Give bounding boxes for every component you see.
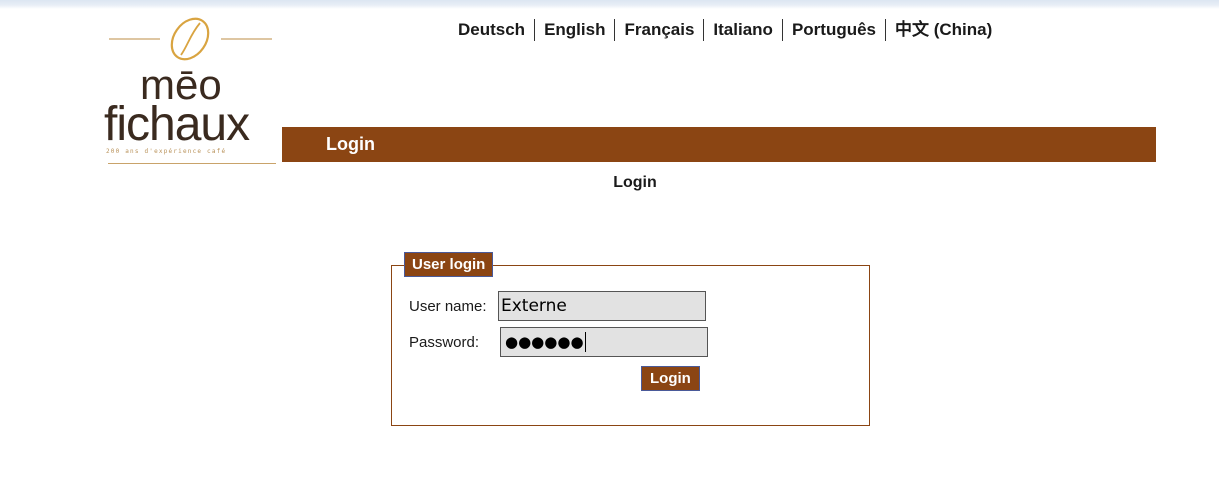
page-title: Login	[613, 174, 657, 191]
text-caret	[584, 332, 586, 352]
language-link-english[interactable]: English	[535, 19, 614, 41]
language-selector: Deutsch English Français Italiano Portug…	[458, 19, 1001, 41]
language-link-portugues[interactable]: Português	[783, 19, 885, 41]
language-link-chinese[interactable]: 中文 (China)	[886, 19, 1001, 41]
username-row: User name: Externe	[409, 291, 706, 321]
header-bar: Login	[282, 127, 1156, 162]
header-title: Login	[326, 134, 375, 154]
username-input[interactable]: Externe	[498, 291, 706, 321]
logo-tagline: 200 ans d'expérience café	[106, 148, 227, 155]
logo-divider	[108, 163, 276, 164]
language-link-deutsch[interactable]: Deutsch	[458, 19, 534, 41]
user-login-fieldset: User login User name: Externe Password: …	[391, 252, 870, 426]
username-value: Externe	[501, 296, 567, 316]
password-input[interactable]: ●●●●●●	[500, 327, 708, 357]
language-link-francais[interactable]: Français	[615, 19, 703, 41]
username-label: User name:	[409, 297, 487, 315]
logo-text-fichaux: fichaux	[104, 98, 250, 151]
user-login-legend: User login	[404, 252, 494, 277]
company-logo: mēo fichaux 200 ans d'expérience café	[104, 17, 280, 172]
password-masked-value: ●●●●●●	[505, 332, 584, 351]
coffee-bean-icon	[109, 17, 272, 61]
password-row: Password: ●●●●●●	[409, 327, 708, 357]
login-button[interactable]: Login	[641, 366, 700, 391]
language-link-italiano[interactable]: Italiano	[704, 19, 782, 41]
password-label: Password:	[409, 333, 480, 351]
window-top-strip	[0, 0, 1219, 18]
